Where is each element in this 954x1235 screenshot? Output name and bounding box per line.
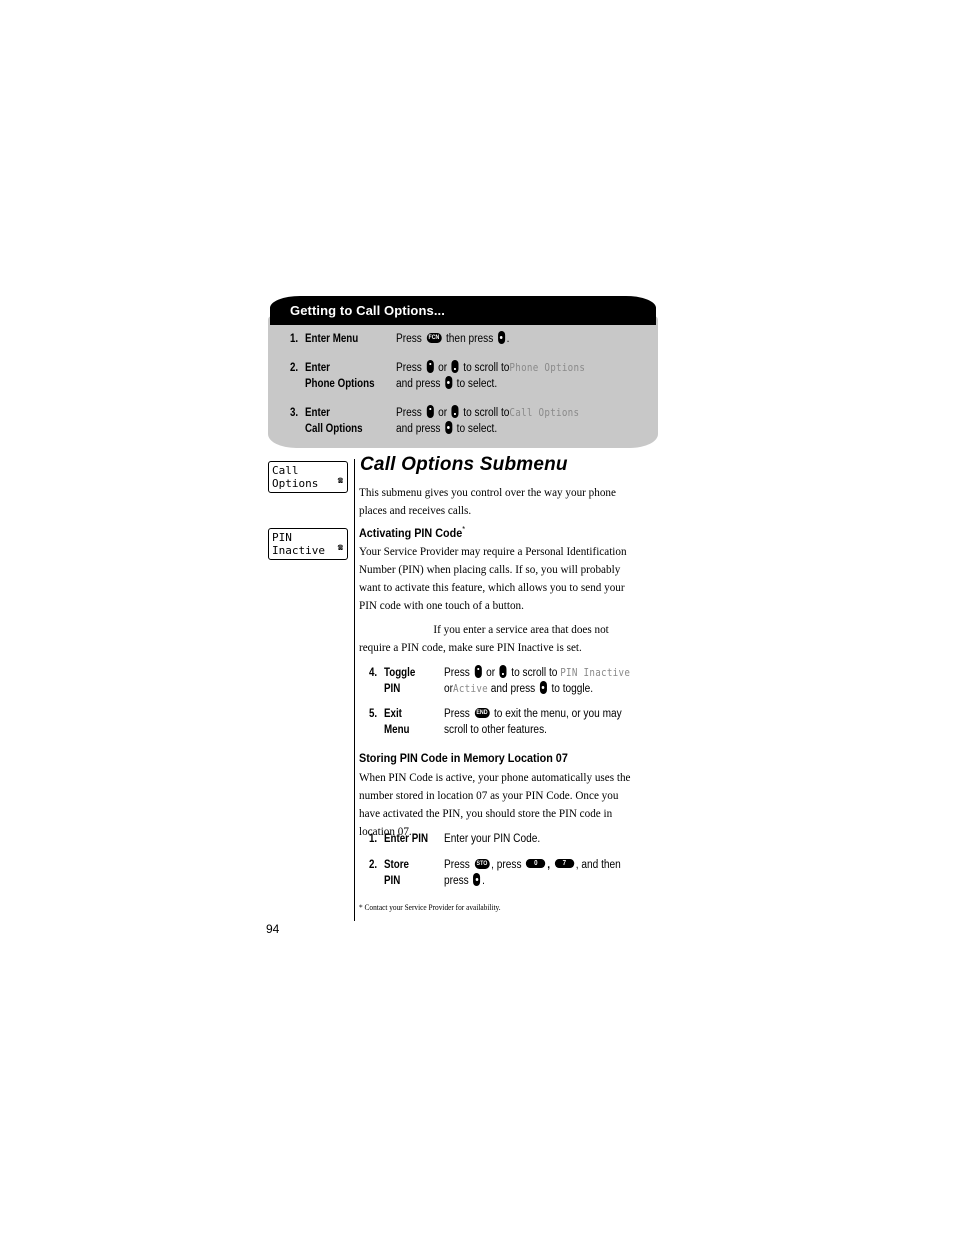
panel-title: Getting to Call Options... — [290, 303, 445, 318]
scroll-up-key-icon — [426, 405, 434, 419]
display-pin-inactive: PIN Inactive ☎ — [268, 528, 348, 560]
fcn-key-icon: FCN — [426, 332, 442, 343]
activating-paragraph-1: Your Service Provider may require a Pers… — [359, 544, 627, 612]
phone-icon: ☎ — [337, 543, 343, 553]
step-description: Press FCN then press . — [396, 331, 510, 345]
zero-key-icon: 0 — [526, 859, 546, 869]
display-target-text: Call Options — [509, 407, 580, 419]
step-label: Enter Call Options — [305, 407, 363, 435]
column-divider — [354, 459, 355, 921]
storing-paragraph: When PIN Code is active, your phone auto… — [359, 770, 631, 838]
panel-header: Getting to Call Options... — [270, 296, 656, 325]
scroll-down-key-icon — [451, 360, 459, 374]
section-title: Call Options Submenu — [360, 454, 568, 475]
step-label: Enter Menu — [305, 333, 359, 345]
step-number: 1. — [290, 333, 299, 345]
step-description: Press or to scroll toPhone Options and p… — [396, 360, 586, 390]
footnote-mark: * — [462, 525, 466, 534]
storing-pin-heading: Storing PIN Code in Memory Location 07 — [359, 751, 568, 765]
getting-to-call-options-panel: Getting to Call Options... 1. Enter Menu… — [268, 296, 658, 452]
page-number: 94 — [266, 922, 280, 936]
step-label: Enter Phone Options — [305, 362, 375, 390]
select-key-icon — [473, 873, 481, 887]
scroll-down-key-icon — [499, 665, 507, 679]
display-target-text: PIN Inactive — [560, 667, 631, 679]
display-call-options: Call Options ☎ — [268, 461, 348, 493]
activating-paragraph-2: If you enter a service area that does no… — [359, 622, 609, 654]
select-key-icon — [445, 421, 453, 435]
scroll-down-key-icon — [451, 405, 459, 419]
section-intro: This submenu gives you control over the … — [359, 485, 616, 517]
select-key-icon — [497, 331, 505, 345]
sto-key-icon: STO — [474, 858, 490, 869]
step-number: 2. — [290, 362, 299, 374]
step-number: 3. — [290, 407, 299, 419]
display-target-text: Active — [453, 683, 488, 695]
scroll-up-key-icon — [474, 665, 482, 679]
scroll-up-key-icon — [426, 360, 434, 374]
select-key-icon — [445, 376, 453, 390]
select-key-icon — [539, 681, 547, 695]
seven-key-icon: 7 — [554, 859, 575, 869]
end-key-icon: END — [474, 707, 490, 718]
footnote: * Contact your Service Provider for avai… — [359, 903, 501, 912]
phone-icon: ☎ — [337, 476, 343, 486]
activating-pin-heading: Activating PIN Code* — [359, 525, 466, 540]
step-description: Press or to scroll toCall Options and pr… — [396, 405, 580, 435]
display-target-text: Phone Options — [509, 362, 586, 374]
